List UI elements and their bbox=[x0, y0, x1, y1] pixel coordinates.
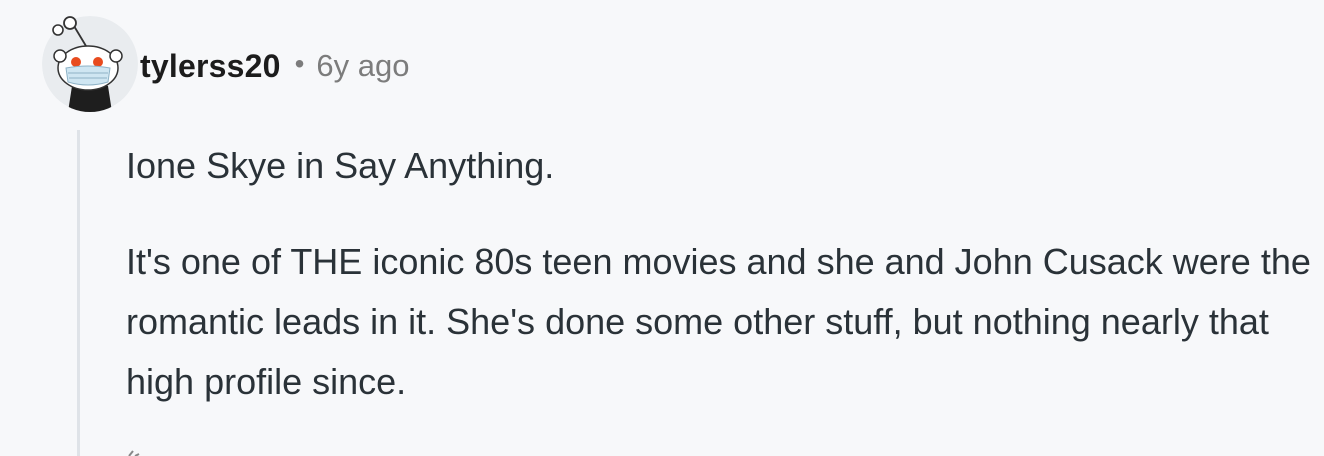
comment: tylerss20 • 6y ago Ione Skye in Say Anyt… bbox=[0, 0, 1324, 456]
snoo-avatar-icon[interactable] bbox=[42, 16, 138, 112]
username-link[interactable]: tylerss20 bbox=[140, 48, 281, 85]
partial-icon bbox=[128, 450, 140, 456]
thread-line[interactable] bbox=[77, 130, 80, 456]
comment-paragraph: It's one of THE iconic 80s teen movies a… bbox=[126, 241, 1311, 402]
comment-meta: tylerss20 • 6y ago bbox=[140, 44, 409, 88]
timestamp[interactable]: 6y ago bbox=[316, 48, 409, 84]
comment-paragraph: Ione Skye in Say Anything. bbox=[126, 145, 555, 186]
comment-body: Ione Skye in Say Anything. It's one of T… bbox=[126, 136, 1316, 412]
meta-separator: • bbox=[294, 48, 305, 79]
